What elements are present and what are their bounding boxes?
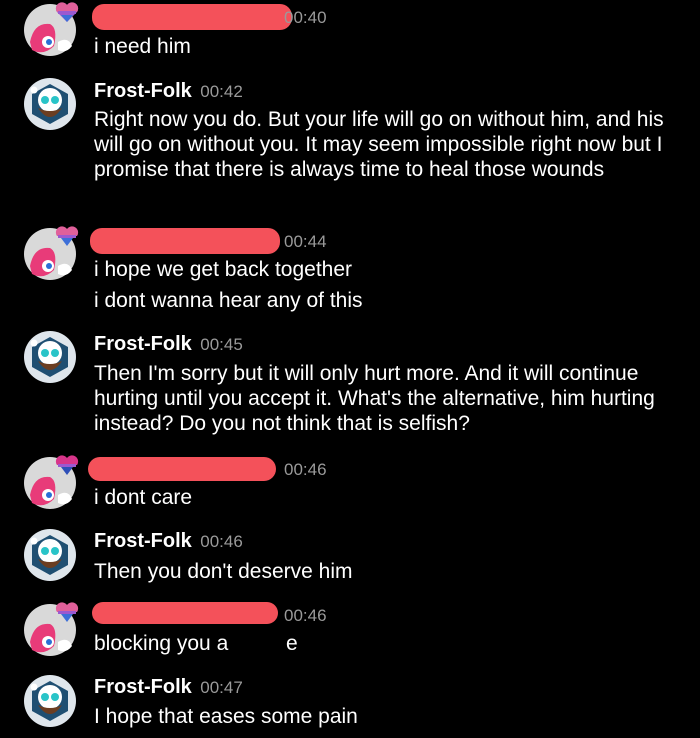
timestamp: 00:44 xyxy=(284,232,327,251)
redacted-username xyxy=(90,228,280,254)
bi-badge-icon xyxy=(55,455,79,475)
message-header: Frost-Folk 00:46 xyxy=(94,530,243,556)
message-text: I hope that eases some pain xyxy=(94,705,358,728)
timestamp: 00:42 xyxy=(200,82,243,101)
heart-badge-icon xyxy=(55,2,79,23)
message-text: i hope we get back together xyxy=(94,258,353,281)
timestamp: 00:40 xyxy=(284,8,327,27)
frost-avatar-icon[interactable] xyxy=(24,675,76,727)
timestamp: 00:46 xyxy=(284,460,327,479)
timestamp: 00:46 xyxy=(284,606,327,625)
message-text: Right now you do. But your life will go … xyxy=(94,108,664,181)
frost-avatar-icon[interactable] xyxy=(24,529,76,581)
heart-badge-icon xyxy=(55,602,79,622)
timestamp: 00:45 xyxy=(200,335,243,354)
message-text: Then I'm sorry but it will only hurt mor… xyxy=(94,362,655,435)
user-avatar-icon[interactable] xyxy=(24,226,79,280)
author-name[interactable]: Frost-Folk xyxy=(94,530,192,552)
redacted-username xyxy=(92,602,278,624)
message-text: i dont wanna hear any of this xyxy=(94,289,363,312)
frost-avatar-icon[interactable] xyxy=(24,331,76,383)
author-name[interactable]: Frost-Folk xyxy=(94,676,192,698)
user-avatar-icon[interactable] xyxy=(24,455,79,509)
author-name[interactable]: Frost-Folk xyxy=(94,333,192,355)
message-header: Frost-Folk 00:47 xyxy=(94,676,243,702)
timestamp: 00:46 xyxy=(200,532,243,551)
message-header: Frost-Folk 00:42 xyxy=(94,80,243,106)
redacted-username xyxy=(88,457,276,481)
message-text: i dont care xyxy=(94,486,193,509)
message-text: blocking you a xyxy=(94,632,229,655)
author-name[interactable]: Frost-Folk xyxy=(94,80,192,102)
message-header: Frost-Folk 00:45 xyxy=(94,333,243,359)
message-text-fragment: e xyxy=(286,632,298,655)
timestamp: 00:47 xyxy=(200,678,243,697)
message-text: i need him xyxy=(94,35,191,58)
redacted-username xyxy=(92,4,292,30)
heart-badge-icon xyxy=(55,226,79,246)
user-avatar-icon[interactable] xyxy=(24,2,79,56)
frost-avatar-icon[interactable] xyxy=(24,78,76,130)
message-text: Then you don't deserve him xyxy=(94,560,353,583)
user-avatar-icon[interactable] xyxy=(24,602,79,656)
